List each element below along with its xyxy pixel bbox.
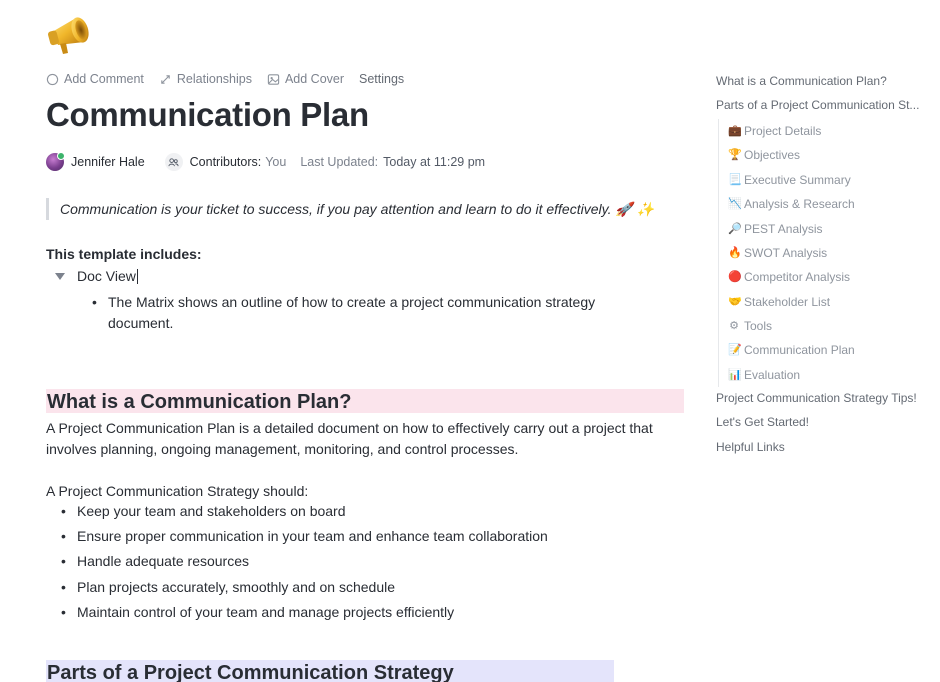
toc-subitem-competitor-analysis[interactable]: 🔴 Competitor Analysis — [728, 265, 940, 289]
fire-icon: 🔥 — [728, 246, 742, 259]
contributors-value[interactable]: You — [265, 155, 286, 169]
toggle-bullet[interactable]: The Matrix shows an outline of how to cr… — [92, 292, 652, 334]
bar-chart-icon: 📊 — [728, 368, 742, 381]
memo-icon: 📝 — [728, 344, 742, 357]
list-item[interactable]: Keep your team and stakeholders on board — [46, 501, 548, 526]
quote-block[interactable]: Communication is your ticket to success,… — [46, 198, 654, 220]
toc-subitem-stakeholder-list[interactable]: 🤝 Stakeholder List — [728, 290, 940, 314]
toc-item-get-started[interactable]: Let's Get Started! — [716, 411, 936, 435]
toc-subitem-label: Tools — [744, 319, 773, 334]
toc-subitem-label: Analysis & Research — [744, 197, 855, 212]
table-of-contents: What is a Communication Plan? Parts of a… — [716, 70, 940, 460]
section-heading-what[interactable]: What is a Communication Plan? — [46, 389, 684, 413]
settings-label: Settings — [359, 72, 405, 86]
gear-icon: ⚙ — [729, 320, 739, 333]
toc-subitem-analysis-research[interactable]: 📉 Analysis & Research — [728, 192, 940, 216]
toc-subitem-pest-analysis[interactable]: 🔎 PEST Analysis — [728, 216, 940, 240]
list-item[interactable]: Maintain control of your team and manage… — [46, 602, 548, 627]
avatar[interactable] — [46, 152, 65, 171]
comment-icon — [46, 73, 59, 85]
toc-subitem-label: Project Details — [744, 123, 822, 138]
toc-subitem-label: Evaluation — [744, 367, 801, 382]
trophy-icon: 🏆 — [728, 149, 742, 162]
toc-subitem-label: PEST Analysis — [744, 221, 823, 236]
doc-view-toggle[interactable]: Doc View — [55, 266, 138, 286]
toc-item-tips[interactable]: Project Communication Strategy Tips! — [716, 387, 936, 411]
toc-subitem-label: SWOT Analysis — [744, 245, 828, 260]
toc-subitem-label: Objectives — [744, 148, 801, 163]
list-item[interactable]: Plan projects accurately, smoothly and o… — [46, 577, 548, 602]
section-paragraph[interactable]: A Project Communication Plan is a detail… — [46, 418, 686, 460]
red-circle-icon: 🔴 — [728, 271, 742, 284]
toc-subitem-label: Executive Summary — [744, 172, 851, 187]
contributors-label: Contributors: — [189, 155, 262, 169]
quote-text: Communication is your ticket to success,… — [60, 200, 655, 217]
toggle-label[interactable]: Doc View — [77, 268, 136, 284]
megaphone-icon[interactable] — [46, 12, 98, 58]
list-item[interactable]: Ensure proper communication in your team… — [46, 526, 548, 551]
toc-subitem-swot-analysis[interactable]: 🔥 SWOT Analysis — [728, 241, 940, 265]
toc-subitem-label: Communication Plan — [744, 343, 855, 358]
settings-button[interactable]: Settings — [359, 72, 404, 86]
magnifier-icon: 🔎 — [728, 222, 742, 235]
page-title[interactable]: Communication Plan — [46, 94, 369, 136]
doc-toolbar: Add Comment Relationships Add Cover Sett… — [46, 71, 404, 87]
toc-subitem-communication-plan[interactable]: 📝 Communication Plan — [728, 338, 940, 362]
doc-meta: Jennifer Hale Contributors: You Last Upd… — [46, 152, 485, 172]
list-intro[interactable]: A Project Communication Strategy should: — [46, 481, 308, 501]
add-comment-button[interactable]: Add Comment — [46, 72, 144, 86]
toc-subitem-executive-summary[interactable]: 📃 Executive Summary — [728, 168, 940, 192]
list-item[interactable]: Handle adequate resources — [46, 551, 548, 576]
last-updated-value: Today at 11:29 pm — [383, 155, 486, 169]
toc-subitem-label: Stakeholder List — [744, 294, 831, 309]
last-updated-label: Last Updated: — [300, 155, 379, 169]
add-cover-button[interactable]: Add Cover — [267, 72, 344, 86]
briefcase-icon: 💼 — [728, 124, 742, 137]
add-comment-label: Add Comment — [64, 72, 144, 86]
section-heading-parts[interactable]: Parts of a Project Communication Strateg… — [46, 660, 614, 682]
toc-sublist: 💼 Project Details 🏆 Objectives 📃 Executive … — [718, 118, 940, 388]
add-cover-label: Add Cover — [284, 72, 345, 86]
image-icon — [267, 73, 280, 85]
contributors-icon — [164, 153, 183, 171]
toggle-triangle-icon[interactable] — [55, 272, 65, 280]
toc-item-what[interactable]: What is a Communication Plan? — [716, 70, 936, 94]
toc-subitem-project-details[interactable]: 💼 Project Details — [728, 119, 940, 143]
toc-subitem-objectives[interactable]: 🏆 Objectives — [728, 143, 940, 167]
toc-item-helpful-links[interactable]: Helpful Links — [716, 436, 936, 460]
toc-subitem-tools[interactable]: ⚙ Tools — [728, 314, 940, 338]
strategy-list: Keep your team and stakeholders on board… — [46, 501, 548, 627]
author-name[interactable]: Jennifer Hale — [71, 155, 145, 169]
handshake-icon: 🤝 — [728, 295, 742, 308]
document-icon: 📃 — [728, 173, 742, 186]
chart-down-icon: 📉 — [728, 198, 742, 211]
relationships-icon — [161, 74, 170, 84]
includes-heading[interactable]: This template includes: — [46, 246, 202, 262]
toc-subitem-label: Competitor Analysis — [744, 270, 851, 285]
relationships-button[interactable]: Relationships — [159, 72, 252, 86]
text-caret — [136, 268, 138, 284]
relationships-label: Relationships — [176, 72, 252, 86]
toc-subitem-evaluation[interactable]: 📊 Evaluation — [728, 363, 940, 387]
toc-item-parts[interactable]: Parts of a Project Communication St... — [716, 94, 936, 118]
